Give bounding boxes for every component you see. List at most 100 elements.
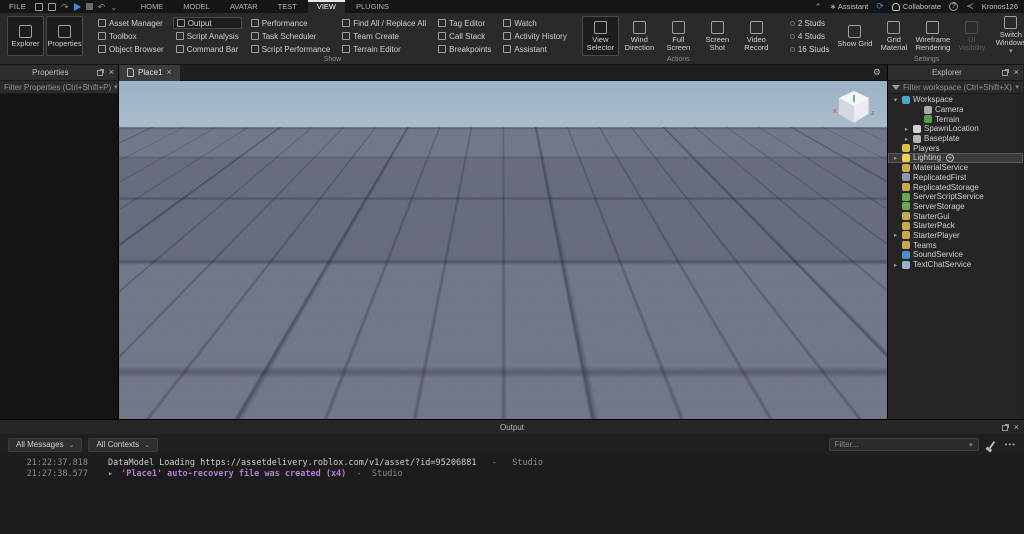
ribbon-item-terrain-editor[interactable]: Terrain Editor xyxy=(339,43,429,55)
help-icon[interactable]: ? xyxy=(949,2,958,11)
tree-item-replicatedstorage[interactable]: ▸ReplicatedStorage xyxy=(888,182,1023,192)
new-file-icon[interactable] xyxy=(35,3,43,11)
contexts-filter-dropdown[interactable]: All Contexts⌄ xyxy=(88,438,158,452)
tab-plugins[interactable]: PLUGINS xyxy=(347,0,398,13)
toolbar-caret-icon[interactable]: ⌄ xyxy=(110,3,118,11)
tab-home[interactable]: HOME xyxy=(132,0,173,13)
log-line[interactable]: 21:27:38.577 ▸ 'Place1' auto-recovery fi… xyxy=(0,469,1024,480)
tab-test[interactable]: TEST xyxy=(269,0,306,13)
ribbon-item-output[interactable]: Output xyxy=(173,17,242,29)
toolbox-icon xyxy=(98,32,106,40)
undo-icon[interactable]: ↶ xyxy=(98,3,106,11)
messages-filter-dropdown[interactable]: All Messages⌄ xyxy=(8,438,82,452)
viewport-3d[interactable]: x z xyxy=(119,81,887,419)
open-file-icon[interactable] xyxy=(48,3,56,11)
tree-item-teams[interactable]: ▸Teams xyxy=(888,240,1023,250)
output-filter-input[interactable]: Filter...▾ xyxy=(829,438,979,451)
tree-item-starterpack[interactable]: ▸StarterPack xyxy=(888,221,1023,231)
wind-direction-button[interactable]: Wind Direction xyxy=(621,16,658,56)
ribbon-item-activity-history[interactable]: Activity History xyxy=(500,30,569,42)
ribbon-item-team-create[interactable]: Team Create xyxy=(339,30,429,42)
chevron-right-icon[interactable]: ▸ xyxy=(892,154,899,162)
tab-view[interactable]: VIEW xyxy=(308,0,345,13)
tree-item-startergui[interactable]: ▸StarterGui xyxy=(888,211,1023,221)
properties-filter-input[interactable]: Filter Properties (Ctrl+Shift+P) ▾ xyxy=(0,81,118,94)
tree-item-baseplate[interactable]: ▸Baseplate xyxy=(888,134,1023,144)
starterpack-icon xyxy=(902,222,910,230)
view-selector-button[interactable]: View Selector xyxy=(582,16,619,56)
tree-item-players[interactable]: ▸Players xyxy=(888,143,1023,153)
tree-item-workspace[interactable]: ▾Workspace xyxy=(888,95,1023,105)
ribbon-item-watch[interactable]: Watch xyxy=(500,17,569,29)
ribbon-item-command-bar[interactable]: Command Bar xyxy=(173,43,242,55)
file-menu[interactable]: FILE xyxy=(6,2,29,11)
ribbon-item-task-scheduler[interactable]: Task Scheduler xyxy=(248,30,333,42)
ribbon-item-tag-editor[interactable]: Tag Editor xyxy=(435,17,494,29)
ribbon-item-script-analysis[interactable]: Script Analysis xyxy=(173,30,242,42)
tree-item-serverscriptservice[interactable]: ▸ServerScriptService xyxy=(888,192,1023,202)
chevron-right-icon[interactable]: ▸ xyxy=(892,261,899,269)
switch-windows-button[interactable]: Switch Windows xyxy=(992,16,1024,56)
gear-icon[interactable]: ⚙ xyxy=(873,67,881,78)
ribbon-item-assistant[interactable]: Assistant xyxy=(500,43,569,55)
log-line[interactable]: 21:22:37.818 DataModel Loading https://a… xyxy=(0,458,1024,469)
ribbon-item-find-all[interactable]: Find All / Replace All xyxy=(339,17,429,29)
popout-icon[interactable] xyxy=(97,70,103,76)
stud-option-4[interactable]: 4 Studs xyxy=(787,30,833,42)
place1-tab[interactable]: Place1 × xyxy=(119,65,180,81)
close-tab-icon[interactable]: × xyxy=(166,68,171,77)
wireframe-rendering-button[interactable]: Wireframe Rendering xyxy=(914,16,951,56)
ribbon-item-breakpoints[interactable]: Breakpoints xyxy=(435,43,494,55)
share-icon[interactable]: ≺ xyxy=(966,1,974,12)
stop-icon[interactable] xyxy=(86,3,93,10)
tree-item-materialservice[interactable]: ▸MaterialService xyxy=(888,163,1023,173)
chevron-up-icon[interactable]: ⌃ xyxy=(814,3,822,11)
close-icon[interactable]: × xyxy=(1014,423,1019,432)
tree-item-camera[interactable]: ▸Camera xyxy=(888,105,1023,115)
show-grid-button[interactable]: Show Grid xyxy=(836,16,873,56)
assistant-button[interactable]: ∗ Assistant xyxy=(830,2,868,11)
tree-item-textchatservice[interactable]: ▸TextChatService xyxy=(888,260,1023,270)
redo-icon[interactable]: ↷ xyxy=(61,3,69,11)
more-options-icon[interactable]: ••• xyxy=(1005,440,1016,449)
tab-model[interactable]: MODEL xyxy=(174,0,219,13)
tree-item-serverstorage[interactable]: ▸ServerStorage xyxy=(888,202,1023,212)
stud-option-2[interactable]: 2 Studs xyxy=(787,17,833,29)
decal-part[interactable] xyxy=(512,235,724,393)
ribbon-item-toolbox[interactable]: Toolbox xyxy=(95,30,167,42)
tree-item-soundservice[interactable]: ▸SoundService xyxy=(888,250,1023,260)
close-icon[interactable]: × xyxy=(1014,68,1019,77)
ribbon-item-script-performance[interactable]: Script Performance xyxy=(248,43,333,55)
tree-item-spawnlocation[interactable]: ▸SpawnLocation xyxy=(888,124,1023,134)
clear-output-icon[interactable] xyxy=(988,441,994,449)
tree-item-terrain[interactable]: ▸Terrain xyxy=(888,114,1023,124)
chevron-down-icon[interactable]: ▾ xyxy=(892,96,899,104)
popout-icon[interactable] xyxy=(1002,425,1008,431)
video-record-button[interactable]: Video Record xyxy=(738,16,775,56)
tab-avatar[interactable]: AVATAR xyxy=(221,0,267,13)
full-screen-button[interactable]: Full Screen xyxy=(660,16,697,56)
grid-material-button[interactable]: Grid Material xyxy=(875,16,912,56)
chevron-right-icon[interactable]: ▸ xyxy=(892,231,899,239)
tree-item-replicatedfirst[interactable]: ▸ReplicatedFirst xyxy=(888,173,1023,183)
ribbon-item-object-browser[interactable]: Object Browser xyxy=(95,43,167,55)
collaborate-button[interactable]: Collaborate xyxy=(892,2,941,11)
chevron-right-icon[interactable]: ▸ xyxy=(903,135,910,143)
ribbon-item-call-stack[interactable]: Call Stack xyxy=(435,30,494,42)
screen-shot-button[interactable]: Screen Shot xyxy=(699,16,736,56)
chevron-right-icon[interactable]: ▸ xyxy=(903,125,910,133)
sync-icon[interactable]: ⟳ xyxy=(876,1,884,12)
view-selector-cube[interactable]: x z xyxy=(831,87,877,129)
tree-item-lighting[interactable]: ▸Lighting+ xyxy=(888,153,1023,163)
close-icon[interactable]: × xyxy=(109,68,114,77)
properties-toggle-button[interactable]: Properties xyxy=(46,16,83,56)
ribbon-item-performance[interactable]: Performance xyxy=(248,17,333,29)
add-child-icon[interactable]: + xyxy=(946,154,954,162)
explorer-toggle-button[interactable]: Explorer xyxy=(7,16,44,56)
play-icon[interactable] xyxy=(74,3,81,11)
explorer-filter-input[interactable]: Filter workspace (Ctrl+Shift+X) ▾ xyxy=(888,81,1023,94)
tree-item-starterplayer[interactable]: ▸StarterPlayer xyxy=(888,231,1023,241)
stud-option-16[interactable]: 16 Studs xyxy=(787,43,833,55)
ribbon-item-asset-manager[interactable]: Asset Manager xyxy=(95,17,167,29)
popout-icon[interactable] xyxy=(1002,70,1008,76)
